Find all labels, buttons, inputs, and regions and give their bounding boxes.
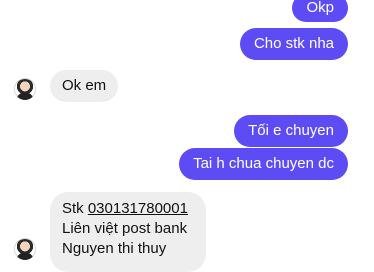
incoming-message[interactable]: Ok em: [50, 70, 119, 102]
message-text: Tai h chua chuyen dc: [193, 155, 334, 172]
message-line: Stk 030131780001: [62, 199, 194, 219]
incoming-message[interactable]: Stk 030131780001 Liên việt post bank Ngu…: [50, 192, 206, 272]
account-holder: Nguyen thi thuy: [62, 240, 167, 257]
outgoing-message[interactable]: Tối e chuyen: [234, 115, 348, 147]
outgoing-message[interactable]: Tai h chua chuyen dc: [179, 148, 348, 180]
message-text: Cho stk nha: [253, 35, 334, 52]
message-text: Tối e chuyen: [248, 122, 334, 139]
bank-name: Liên việt post bank: [62, 220, 188, 237]
outgoing-message[interactable]: Cho stk nha: [239, 28, 348, 60]
contact-avatar[interactable]: [14, 78, 36, 100]
avatar-shirt: [17, 93, 33, 100]
chat-thread: Okp Cho stk nha Ok em Tối e chuyen Tai h…: [0, 0, 374, 272]
outgoing-message[interactable]: Okp: [292, 0, 348, 22]
account-number-link[interactable]: 030131780001: [88, 200, 188, 217]
message-text: Okp: [306, 0, 334, 16]
account-label: Stk: [62, 200, 88, 217]
message-text: Ok em: [62, 77, 107, 94]
